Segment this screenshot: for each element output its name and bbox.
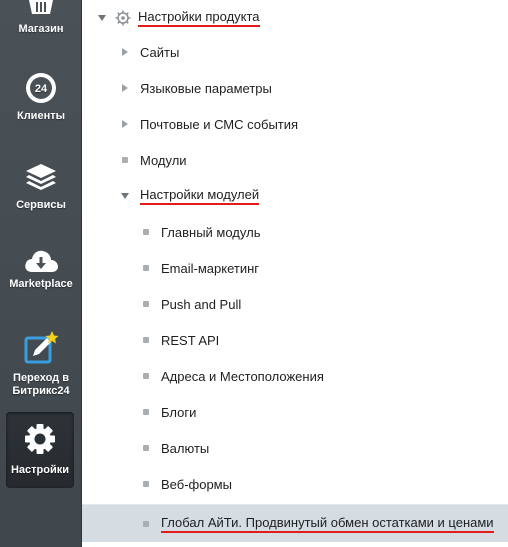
gear-icon [25,424,55,454]
basket-icon [29,0,53,14]
bullet-icon [122,157,128,163]
bullet-icon [143,373,149,379]
settings-tree: Настройки продукта Сайты Языковые параме… [82,0,508,547]
tree-item-label: Почтовые и СМС события [140,116,299,132]
gear-icon [115,10,131,26]
module-item[interactable]: Блоги [82,394,508,430]
sidebar-item-label-line2: Битрикс24 [12,385,70,397]
module-item[interactable]: Валюты [82,430,508,466]
bullet-icon [143,520,149,527]
collapsed-arrow-icon[interactable] [122,84,128,92]
expanded-arrow-icon[interactable] [98,15,106,21]
module-item[interactable]: Веб-формы [82,466,508,502]
module-item[interactable]: Email-маркетинг [82,250,508,286]
module-item-label: Главный модуль [161,224,261,240]
svg-text:24: 24 [35,83,48,95]
module-item-selected[interactable]: Глобал АйТи. Продвинутый обмен остатками… [82,504,508,542]
module-item-label: Email-маркетинг [161,260,260,276]
sidebar-item-clients[interactable]: 24 Клиенты [0,72,82,132]
bullet-icon [143,445,149,451]
tree-root[interactable]: Настройки продукта [82,0,508,36]
tree-item-label: Настройки модулей [140,187,260,205]
sidebar-item-label-line1: Переход в [13,372,69,384]
sidebar-item-bitrix24[interactable]: Переход в Битрикс24 [0,330,82,400]
collapsed-arrow-icon[interactable] [122,48,128,56]
module-item-label: Валюты [161,440,210,456]
sidebar-item-label: Marketplace [9,278,73,290]
sidebar-item-label: Сервисы [16,199,66,211]
edit-star-icon [24,331,59,364]
tree-item-modules[interactable]: Модули [82,142,508,178]
module-item[interactable]: Push and Pull [82,286,508,322]
sidebar-item-marketplace[interactable]: Marketplace [0,248,82,298]
module-item-label: Блоги [161,404,197,420]
cloud-download-icon [25,250,58,272]
tree-item-label: Сайты [140,44,180,60]
bullet-icon [143,481,149,487]
sidebar-item-label: Клиенты [16,110,65,122]
module-item-label: Веб-формы [161,476,232,492]
tree-root-label: Настройки продукта [138,9,260,27]
tree-item-label: Модули [140,152,187,168]
tree-item-sites[interactable]: Сайты [82,34,508,70]
module-item-label: Push and Pull [161,296,242,312]
sidebar-item-label: Магазин [18,23,64,35]
tree-item-mail-sms[interactable]: Почтовые и СМС события [82,106,508,142]
bullet-icon [143,229,149,235]
module-item[interactable]: Адреса и Местоположения [82,358,508,394]
tree-item-label: Языковые параметры [140,80,272,96]
sidebar-item-services[interactable]: Сервисы [0,162,82,222]
expanded-arrow-icon[interactable] [121,193,129,199]
sidebar-item-shop[interactable]: Магазин [0,0,82,44]
bullet-icon [143,265,149,271]
bullet-icon [143,301,149,307]
module-item-label: Глобал АйТи. Продвинутый обмен остатками… [161,515,494,533]
left-sidebar: Магазин 24 Клиенты Сервисы Marketplace П… [0,0,82,547]
bullet-icon [143,337,149,343]
tree-item-language[interactable]: Языковые параметры [82,70,508,106]
collapsed-arrow-icon[interactable] [122,120,128,128]
sidebar-item-label: Настройки [10,464,70,476]
module-item-label: Адреса и Местоположения [161,368,324,384]
clock-24-icon: 24 [26,73,56,103]
tree-item-module-settings[interactable]: Настройки модулей [82,178,508,214]
module-item[interactable]: REST API [82,322,508,358]
module-item[interactable]: Главный модуль [82,214,508,250]
sidebar-item-settings[interactable]: Настройки [6,412,74,488]
layers-icon [26,164,56,190]
module-item-label: REST API [161,332,220,348]
bullet-icon [143,409,149,415]
